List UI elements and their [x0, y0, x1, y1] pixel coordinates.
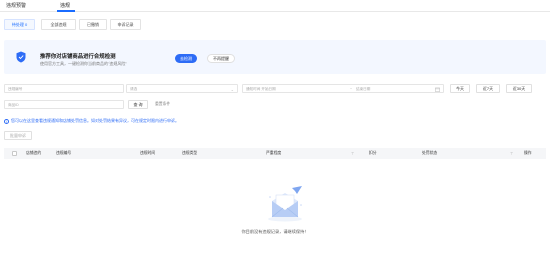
column-violation-time: 违规时间 [140, 151, 156, 155]
tab-pending[interactable]: 待处理 0 [4, 19, 35, 30]
compliance-banner: 推荐你对店铺商品进行合规检测 使用官方工具，一键检测你当前商品的"违规风险" 去… [4, 40, 546, 74]
detect-button[interactable]: 去检测 [175, 54, 197, 63]
reset-link[interactable]: 重置条件 [155, 102, 170, 107]
today-button[interactable]: 今天 [450, 84, 470, 93]
last-30-days-button[interactable]: 近30天 [506, 84, 532, 93]
violation-type-placeholder: 请选 [130, 87, 138, 91]
severity-filter-icon[interactable]: ⊤ [351, 151, 354, 156]
column-penalty-status: 处罚状态 [422, 151, 438, 155]
product-id-placeholder: 商品ID [8, 103, 19, 107]
tab-revoked[interactable]: 已撤销 [79, 19, 107, 30]
info-notice: i 您可以在这里查看违规通知和店铺处罚信息。如对处罚结果有异议，可在规定时限内进行… [4, 118, 179, 124]
column-violation-number: 违规编号 [56, 151, 72, 155]
date-separator: ~ [350, 87, 353, 91]
column-actions: 操作 [524, 151, 532, 155]
status-filter-icon[interactable]: ⊤ [510, 151, 513, 156]
violation-number-placeholder: 违规编号 [8, 87, 23, 91]
info-icon: i [4, 118, 9, 124]
product-id-input[interactable]: 商品ID [4, 100, 124, 109]
tab-appeal-records[interactable]: 申诉记录 [110, 19, 141, 30]
column-violation-type: 违规类型 [182, 151, 198, 155]
top-tab-warnings[interactable]: 违规预警 [6, 2, 26, 9]
query-button[interactable]: 查 询 [128, 100, 148, 109]
notice-text: 您可以在这里查看违规通知和店铺处罚信息。如对处罚结果有异议，可在规定时限内进行申… [11, 118, 179, 123]
start-date-placeholder: 通知时间 开始日期 [246, 87, 276, 91]
column-store: 店铺违约 [26, 151, 42, 155]
select-all-checkbox[interactable] [12, 151, 17, 156]
banner-description: 使用官方工具，一键检测你当前商品的"违规风险" [40, 61, 127, 66]
dismiss-button[interactable]: 不再提醒 [207, 54, 235, 63]
chevron-down-icon: ⌄ [230, 86, 234, 92]
batch-appeal-button[interactable]: 批量申诉 [4, 131, 32, 140]
empty-state-message: 你目前没有违规记录，请继续保持！ [241, 229, 309, 234]
banner-title: 推荐你对店铺商品进行合规检测 [40, 54, 116, 60]
column-points: 扣分 [369, 151, 377, 155]
empty-envelope-icon [268, 186, 302, 222]
tab-all-violations[interactable]: 全部违规 [41, 19, 76, 30]
top-tab-bar: 违规预警 违规 [0, 0, 550, 12]
table-header: 店铺违约 违规编号 违规时间 违规类型 严重程度 ⊤ 扣分 处罚状态 ⊤ 操作 [4, 148, 546, 159]
violation-type-select[interactable]: 请选 ⌄ [126, 84, 238, 93]
shield-icon [16, 51, 26, 63]
violation-number-input[interactable]: 违规编号 [4, 84, 124, 93]
last-7-days-button[interactable]: 近7天 [476, 84, 500, 93]
active-tab-indicator [57, 10, 75, 12]
end-date-placeholder: 结束日期 [356, 87, 371, 91]
date-range-picker[interactable]: 通知时间 开始日期 ~ 结束日期 [242, 84, 444, 93]
calendar-icon [435, 87, 440, 92]
top-tab-violations[interactable]: 违规 [60, 2, 70, 9]
column-severity: 严重程度 [266, 151, 282, 155]
